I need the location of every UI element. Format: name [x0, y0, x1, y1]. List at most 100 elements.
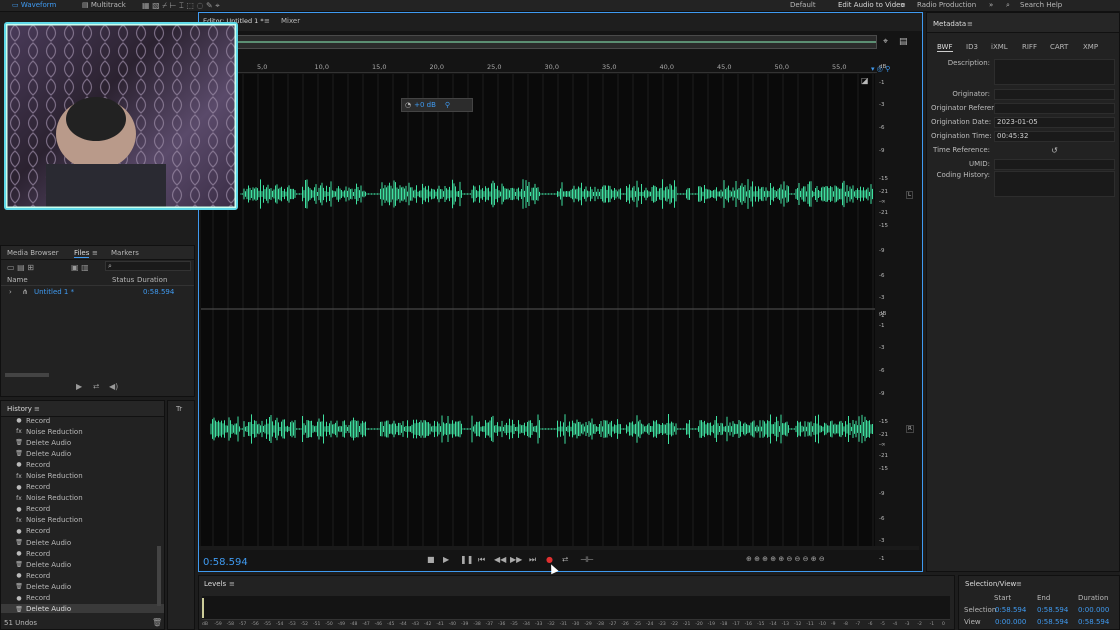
- view-end[interactable]: 0:58.594: [1037, 618, 1068, 626]
- metadata-title[interactable]: Metadata: [933, 20, 966, 28]
- selection-start[interactable]: 0:58.594: [995, 606, 1026, 614]
- history-item[interactable]: ● Record: [1, 526, 164, 537]
- skip-forward-button[interactable]: ⏭: [529, 555, 536, 565]
- history-item[interactable]: 🗑 Delete Audio: [1, 603, 164, 613]
- history-item[interactable]: fx Noise Reduction: [1, 515, 164, 526]
- levels-menu-icon[interactable]: ≡: [229, 580, 235, 588]
- history-list[interactable]: ● Record fx Noise Reduction 🗑 Delete Audio 🗑 De…: [1, 415, 164, 613]
- history-title[interactable]: History: [7, 405, 32, 413]
- zoom-crosshair-icon[interactable]: ⌖: [883, 37, 888, 47]
- origination-time-field[interactable]: 00:45:32: [994, 130, 1115, 142]
- originator-field[interactable]: [994, 88, 1115, 100]
- coding-history-field[interactable]: [994, 171, 1115, 197]
- col-name[interactable]: Name: [7, 276, 28, 284]
- autoplay-icon[interactable]: ◀): [109, 382, 118, 391]
- history-item[interactable]: ● Record: [1, 504, 164, 515]
- trash-icon[interactable]: 🗑: [152, 618, 162, 627]
- history-item[interactable]: 🗑 Delete Audio: [1, 448, 164, 459]
- zoom-controls[interactable]: ⊕ ⊕ ⊕ ⊕ ⊕ ⊖ ⊖ ⊖ ⊕ ⊖: [746, 555, 825, 563]
- media-browser-tab[interactable]: Media Browser: [7, 249, 59, 257]
- skip-selection-button[interactable]: ⊣⊢: [580, 555, 594, 564]
- loop-file-icon[interactable]: ⮂: [93, 382, 99, 392]
- umid-field[interactable]: [994, 158, 1115, 170]
- col-duration[interactable]: Duration: [137, 276, 167, 284]
- origination-date-field[interactable]: 2023-01-05: [994, 116, 1115, 128]
- tab-cart[interactable]: CART: [1050, 43, 1068, 51]
- workspace-default[interactable]: Default: [790, 1, 816, 9]
- mixer-tab[interactable]: Mixer: [281, 17, 300, 25]
- editor-tab-menu-icon[interactable]: ≡: [264, 17, 270, 25]
- time-display[interactable]: 0:58.594: [203, 557, 248, 568]
- expand-chevron-icon[interactable]: ›: [9, 288, 12, 296]
- files-tab[interactable]: Files: [74, 249, 90, 258]
- history-item[interactable]: ● Record: [1, 482, 164, 493]
- reset-icon[interactable]: ↺: [994, 146, 1115, 155]
- history-item[interactable]: ● Record: [1, 593, 164, 604]
- stop-button[interactable]: ■: [427, 555, 435, 564]
- tab-ixml[interactable]: iXML: [991, 43, 1008, 51]
- files-scrollbar[interactable]: [5, 373, 49, 377]
- originator-reference-field[interactable]: [994, 102, 1115, 114]
- history-item[interactable]: ● Record: [1, 459, 164, 470]
- search-icon[interactable]: ⌕: [1006, 1, 1010, 10]
- history-item[interactable]: ● Record: [1, 570, 164, 581]
- selection-view-menu-icon[interactable]: ≡: [1016, 580, 1022, 588]
- history-item[interactable]: ● Record: [1, 415, 164, 426]
- metadata-menu-icon[interactable]: ≡: [967, 20, 973, 28]
- open-file-icon[interactable]: ▭ ▤ ⊞: [7, 263, 34, 272]
- description-field[interactable]: [994, 59, 1115, 85]
- fast-forward-button[interactable]: ▶▶: [510, 555, 522, 564]
- play-button[interactable]: ▶: [443, 555, 449, 564]
- horizontal-scrollbar[interactable]: [199, 546, 919, 550]
- history-item[interactable]: 🗑 Delete Audio: [1, 559, 164, 570]
- col-status[interactable]: Status: [112, 276, 134, 284]
- insert-icon[interactable]: ▣ ▥: [71, 263, 89, 272]
- history-item[interactable]: 🗑 Delete Audio: [1, 437, 164, 448]
- waveform-tab[interactable]: ▭ Waveform: [12, 1, 56, 9]
- rewind-button[interactable]: ◀◀: [494, 555, 506, 564]
- view-start[interactable]: 0:00.000: [995, 618, 1026, 626]
- history-item[interactable]: ● Record: [1, 548, 164, 559]
- selection-end[interactable]: 0:58.594: [1037, 606, 1068, 614]
- panel-icon[interactable]: ▤: [899, 37, 908, 47]
- volume-knob-icon[interactable]: ◔: [405, 101, 411, 109]
- workspace-menu-icon[interactable]: ≡: [900, 1, 906, 9]
- waveform-area[interactable]: ◔ +0 dB ⚲ ◪: [201, 74, 875, 546]
- tab-riff[interactable]: RIFF: [1022, 43, 1037, 51]
- play-file-icon[interactable]: ▶: [76, 382, 82, 391]
- files-menu-icon[interactable]: ≡: [92, 249, 98, 257]
- hud-volume[interactable]: ◔ +0 dB ⚲: [401, 98, 473, 112]
- channel-l-toggle[interactable]: L: [906, 191, 914, 199]
- view-duration[interactable]: 0:58.594: [1078, 618, 1109, 626]
- pause-button[interactable]: ❚❚: [460, 555, 473, 564]
- workspace-radio[interactable]: Radio Production: [917, 1, 976, 9]
- history-item[interactable]: 🗑 Delete Audio: [1, 537, 164, 548]
- zoom-corner-icon[interactable]: ◪: [861, 76, 869, 85]
- time-ruler[interactable]: 5,0 10,0 15,0 20,0 25,0 30,0 35,0 40,0 45,0 50,0 5…: [237, 63, 877, 73]
- pin-icon[interactable]: ⚲: [445, 101, 450, 109]
- selection-duration[interactable]: 0:00.000: [1078, 606, 1109, 614]
- files-search-input[interactable]: ⌕: [105, 261, 191, 271]
- history-item[interactable]: fx Noise Reduction: [1, 426, 164, 437]
- history-item[interactable]: fx Noise Reduction: [1, 493, 164, 504]
- tab-id3[interactable]: ID3: [966, 43, 978, 51]
- loop-button[interactable]: ⮂: [562, 555, 568, 565]
- multitrack-tab[interactable]: ▤ Multitrack: [82, 1, 126, 9]
- markers-tab[interactable]: Markers: [111, 249, 139, 257]
- history-scrollbar[interactable]: [157, 546, 161, 606]
- levels-title[interactable]: Levels: [204, 580, 226, 588]
- file-name[interactable]: Untitled 1 *: [34, 288, 74, 296]
- selection-view-title[interactable]: Selection/View: [965, 580, 1016, 588]
- overflow-chevron-icon[interactable]: »: [989, 1, 993, 9]
- workspace-edit-video[interactable]: Edit Audio to Video: [838, 1, 905, 9]
- file-row[interactable]: › ⋔ Untitled 1 * 0:58.594: [1, 286, 194, 298]
- search-help-input[interactable]: Search Help: [1020, 1, 1062, 9]
- tr-tab[interactable]: Tr: [176, 405, 182, 413]
- history-item[interactable]: fx Noise Reduction: [1, 470, 164, 481]
- history-menu-icon[interactable]: ≡: [34, 405, 40, 413]
- channel-r-toggle[interactable]: R: [906, 425, 914, 433]
- toolbar-icons[interactable]: ▦ ▧ ⌿ ⊢ ⌶ ⬚ ◌ ✎ ⌖: [142, 1, 220, 11]
- tab-xmp[interactable]: XMP: [1083, 43, 1098, 51]
- skip-back-button[interactable]: ⏮: [478, 555, 485, 565]
- overview-bar[interactable]: [237, 35, 877, 49]
